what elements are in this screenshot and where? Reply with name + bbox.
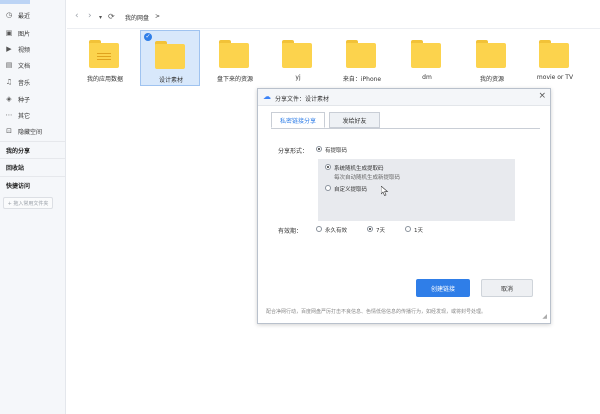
folder-name: yj [295,74,301,81]
with-code-radio[interactable] [316,146,322,152]
sidebar-item-music[interactable]: ♫ 音乐 [0,74,65,90]
document-icon: ▤ [5,61,13,69]
sidebar-divider [0,176,65,177]
lock-icon: ⊡ [6,127,12,135]
sidebar-item-recent[interactable]: ◷ 最近 [0,7,65,23]
refresh-icon[interactable]: ⟳ [108,12,115,21]
folder-item[interactable]: yj [268,30,328,86]
folder-icon [155,41,185,69]
sidebar-item-label: 音乐 [18,79,31,87]
sidebar-item-documents[interactable]: ▤ 文档 [0,57,65,73]
validity-label: 有效期： [278,228,303,235]
history-dropdown[interactable]: ▾ [99,14,102,21]
folder-name: 我的资源 [479,76,504,83]
folder-icon [476,40,506,68]
folder-name: 我的应用数据 [86,76,123,83]
sidebar-item-seeds[interactable]: ◈ 种子 [0,91,65,107]
sidebar-item-label: 最近 [18,12,31,20]
folder-name: movie or TV [536,74,574,81]
sidebar-item-images[interactable]: ▣ 图片 [0,25,65,41]
breadcrumb-separator: > [155,13,161,20]
path-bar: ‹ › ▾ ⟳ 我的网盘 > [67,8,587,26]
seed-icon: ◈ [6,95,12,103]
sidebar-item-videos[interactable]: ▶ 视频 [0,41,65,57]
tab-send-friend[interactable]: 发给好友 [329,112,380,128]
sidebar-quick-access[interactable]: 快捷访问 [6,181,30,190]
validity-7day-radio[interactable] [367,226,373,232]
sidebar-item-label: 图片 [18,30,31,38]
folder-item[interactable]: 我的应用数据 [75,30,135,86]
close-icon[interactable]: × [538,91,546,101]
resize-grip-icon[interactable]: ◢ [542,313,547,320]
system-code-hint: 每次自动随机生成新提取码 [334,175,401,181]
validity-7day-label[interactable]: 7天 [376,226,385,234]
system-code-label[interactable]: 系统随机生成提取码 [334,164,384,172]
policy-notice: 配合净网行动，百度网盘严厉打击不良信息、色情低俗信息的传播行为，如经发现，或将封… [266,309,487,315]
folder-name: 盘下来的资源 [216,76,253,83]
sidebar: ◷ 最近 ▣ 图片 ▶ 视频 ▤ 文档 ♫ 音乐 ◈ 种子 ⋯ 其它 ⊡ 隐藏空… [0,0,66,414]
dialog-title-bar[interactable]: ☁ 分享文件：设计素材 × [258,89,550,106]
with-code-label[interactable]: 有提取码 [325,146,347,154]
tab-divider [271,128,540,129]
system-code-radio[interactable] [325,164,331,170]
clock-icon: ◷ [5,11,13,19]
video-icon: ▶ [6,45,12,53]
back-button[interactable]: ‹ [75,11,79,21]
custom-code-label[interactable]: 自定义提取码 [334,185,367,193]
folder-name: dm [422,74,432,81]
folder-item-selected[interactable]: ✓ 设计素材 [140,30,200,86]
sidebar-item-label: 种子 [18,96,31,104]
folder-icon [219,40,249,68]
folder-icon [411,40,441,68]
share-form-label: 分享形式： [278,148,309,155]
validity-forever-radio[interactable] [316,226,322,232]
sidebar-item-label: 隐藏空间 [18,128,43,136]
dialog-title: 分享文件：设计素材 [275,96,330,103]
cloud-icon: ☁ [263,92,271,101]
image-icon: ▣ [5,29,13,37]
validity-1day-label[interactable]: 1天 [414,226,423,234]
mouse-cursor-icon [381,186,389,196]
custom-code-radio[interactable] [325,185,331,191]
tab-private-link[interactable]: 私密链接分享 [271,112,325,128]
more-icon: ⋯ [5,111,13,119]
sidebar-my-share[interactable]: 我的分享 [6,146,30,155]
validity-1day-radio[interactable] [405,226,411,232]
check-icon[interactable]: ✓ [144,33,152,41]
validity-forever-label[interactable]: 永久有效 [325,226,347,234]
sidebar-item-hidden-space[interactable]: ⊡ 隐藏空间 [0,123,65,139]
cancel-button[interactable]: 取消 [481,279,533,297]
folder-item[interactable]: dm [397,30,457,86]
sidebar-item-other[interactable]: ⋯ 其它 [0,107,65,123]
sidebar-divider [0,158,65,159]
folder-item[interactable]: 来自：iPhone [332,30,392,86]
folder-item[interactable]: 盘下来的资源 [205,30,265,86]
add-shortcut-button[interactable]: + 拖入常用文件夹 [3,197,53,209]
folder-name: 设计素材 [158,77,183,84]
sidebar-item-label: 其它 [18,112,31,120]
breadcrumb-root[interactable]: 我的网盘 [125,13,149,22]
sidebar-item-label: 文档 [18,62,31,70]
sidebar-recycle-bin[interactable]: 回收站 [6,163,24,172]
sidebar-item-label: 视频 [18,46,31,54]
music-icon: ♫ [5,78,13,86]
folder-name: 来自：iPhone [342,76,382,83]
folder-item[interactable]: movie or TV [525,30,585,86]
sidebar-divider [0,141,65,142]
toolbar-divider [67,28,600,29]
folder-icon [539,40,569,68]
forward-button[interactable]: › [88,11,92,21]
share-dialog: ☁ 分享文件：设计素材 × 私密链接分享 发给好友 分享形式： 有提取码 系统随… [257,88,551,324]
sidebar-top-indicator [0,0,30,4]
folder-icon [89,40,119,68]
folder-item[interactable]: 我的资源 [462,30,522,86]
folder-icon [346,40,376,68]
folder-icon [282,40,312,68]
create-link-button[interactable]: 创建链接 [416,279,470,297]
